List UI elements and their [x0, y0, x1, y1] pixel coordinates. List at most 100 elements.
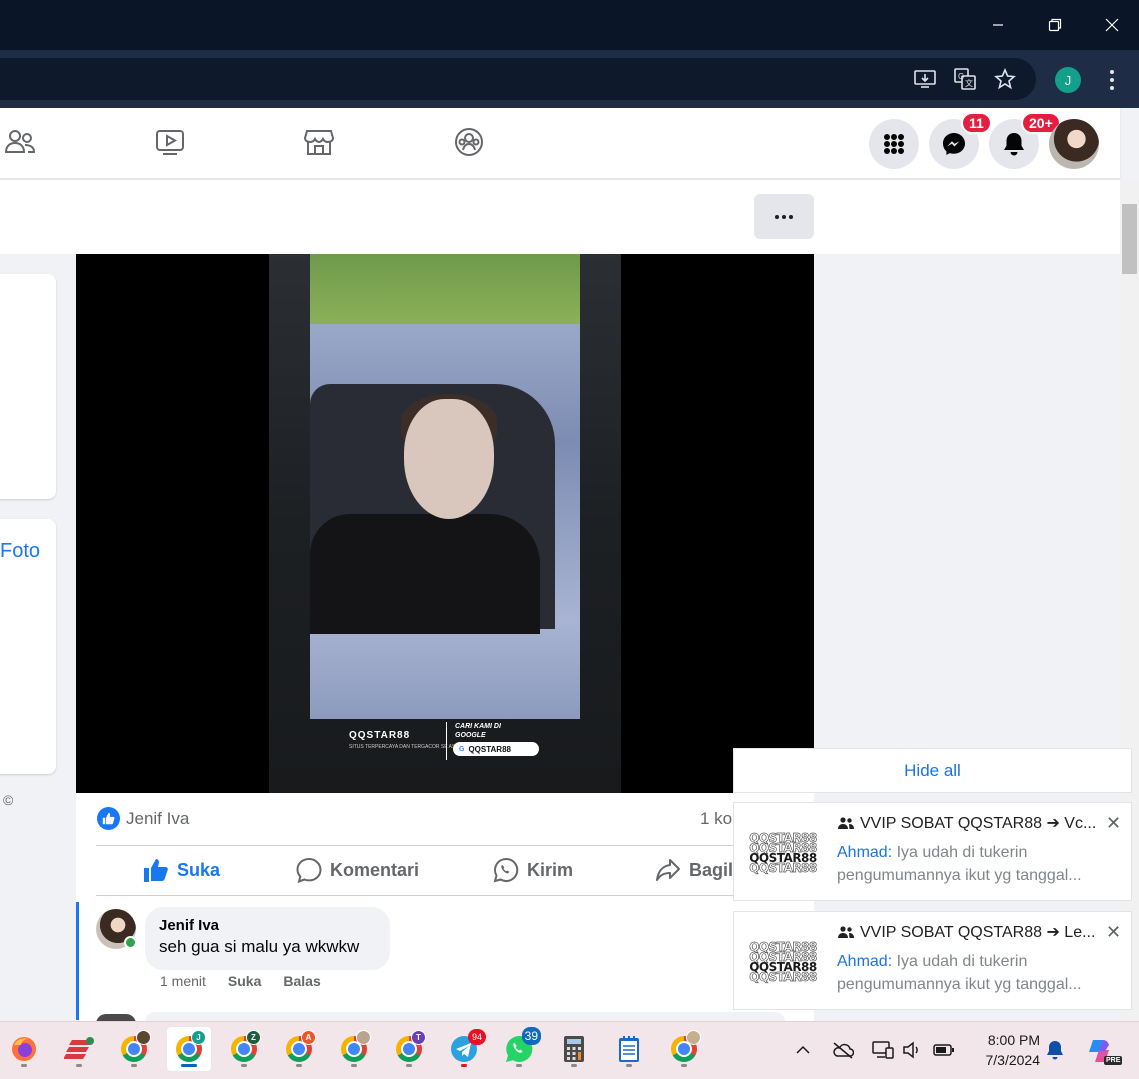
post-video[interactable]: QQSTAR88 SITUS TERPERCAYA DAN TERGACOR S…	[76, 254, 814, 793]
taskbar-whatsapp[interactable]: 39	[497, 1027, 541, 1071]
taskbar-chrome-j[interactable]: J	[167, 1027, 211, 1071]
photos-link[interactable]: Foto	[0, 540, 40, 563]
taskbar-telegram[interactable]: 94	[442, 1027, 486, 1071]
comment-reply-link[interactable]: Balas	[283, 973, 320, 989]
group-logo: QQSTAR88 QQSTAR88 QQSTAR88 QQSTAR88	[749, 940, 818, 984]
friends-nav-icon[interactable]	[4, 126, 36, 158]
menu-grid-button[interactable]	[869, 119, 919, 169]
watch-nav-icon[interactable]	[154, 126, 186, 158]
divider	[96, 895, 756, 896]
groups-nav-icon[interactable]	[453, 126, 485, 158]
volume-icon[interactable]	[901, 1040, 923, 1060]
comment-bubble: Jenif Iva seh gua si malu ya wkwkw	[145, 907, 390, 970]
video-scene-person	[310, 514, 540, 634]
chrome-icon: A	[286, 1030, 316, 1062]
watermark-cari-kami: CARI KAMI DI GOOGLE	[455, 723, 501, 739]
scrollbar-thumb[interactable]	[1122, 204, 1137, 274]
taskbar-chrome-9[interactable]	[662, 1027, 706, 1071]
minimize-button[interactable]	[969, 0, 1026, 50]
reaction-summary[interactable]: Jenif Iva	[97, 807, 189, 830]
whatsapp-badge: 39	[521, 1027, 541, 1045]
watermark-divider	[446, 722, 447, 760]
taskbar-firefox[interactable]	[2, 1027, 46, 1071]
notification-body: Ahmad: Iya udah di tukerin pengumumannya…	[837, 950, 1107, 996]
post-options-button[interactable]	[754, 194, 814, 239]
send-button[interactable]: Kirim	[493, 857, 573, 883]
close-notification-icon[interactable]: ✕	[1106, 922, 1121, 943]
browser-profile-avatar[interactable]: J	[1055, 67, 1081, 93]
account-avatar[interactable]	[1049, 119, 1099, 169]
translate-icon[interactable]: G文	[953, 67, 977, 91]
taskbar-chrome-z[interactable]: Z	[222, 1027, 266, 1071]
comment-like-link[interactable]: Suka	[228, 973, 261, 989]
address-bar[interactable]	[0, 58, 1036, 100]
share-label: Bagil	[689, 859, 734, 880]
taskbar-calculator[interactable]	[552, 1027, 596, 1071]
messenger-icon	[943, 133, 965, 155]
notification-title-text: VVIP SOBAT QQSTAR88 ➔ Vc...	[860, 815, 1097, 832]
notification-title: VVIP SOBAT QQSTAR88 ➔ Vc...	[838, 813, 1096, 833]
comment-bubble-icon	[296, 857, 322, 883]
chrome-icon: Z	[231, 1030, 261, 1062]
comment-author[interactable]: Jenif Iva	[159, 917, 376, 934]
messenger-badge: 11	[961, 112, 992, 134]
taskbar-notepad[interactable]	[607, 1027, 651, 1071]
comment-thread-line	[76, 902, 79, 1020]
reactor-name: Jenif Iva	[126, 808, 190, 828]
calculator-icon	[564, 1036, 584, 1062]
whatsapp-icon	[493, 857, 519, 883]
onedrive-offline-icon[interactable]	[832, 1040, 854, 1060]
battery-icon[interactable]	[933, 1040, 955, 1060]
comment-text: seh gua si malu ya wkwkw	[159, 937, 360, 956]
install-app-icon[interactable]	[913, 67, 937, 91]
group-icon	[838, 926, 854, 938]
restore-icon	[1048, 18, 1061, 32]
group-logo: QQSTAR88 QQSTAR88 QQSTAR88 QQSTAR88	[749, 831, 818, 875]
bookmark-star-icon[interactable]	[993, 67, 1017, 91]
taskbar-chrome-1[interactable]	[112, 1027, 156, 1071]
browser-menu-button[interactable]	[1103, 68, 1121, 92]
system-clock[interactable]: 8:00 PM 7/3/2024	[968, 1030, 1041, 1070]
close-window-button[interactable]	[1083, 0, 1139, 50]
notification-card[interactable]: QQSTAR88 QQSTAR88 QQSTAR88 QQSTAR88 VVIP…	[733, 802, 1132, 901]
minimize-icon	[992, 24, 1003, 26]
share-arrow-icon	[656, 859, 680, 881]
notification-title-text: VVIP SOBAT QQSTAR88 ➔ Le...	[860, 924, 1096, 941]
grid-icon	[884, 134, 904, 154]
share-button[interactable]: Bagil	[655, 857, 733, 883]
video-watermark: QQSTAR88 SITUS TERPERCAYA DAN TERGACOR S…	[349, 722, 549, 762]
taskbar-expressvpn[interactable]	[57, 1027, 101, 1071]
restore-button[interactable]	[1026, 0, 1083, 50]
taskbar-chrome-t[interactable]: T	[387, 1027, 431, 1071]
comment-button[interactable]: Komentari	[296, 857, 419, 883]
marketplace-nav-icon[interactable]	[303, 126, 335, 158]
hide-all-notifications-button[interactable]: Hide all	[733, 748, 1132, 793]
video-frame: QQSTAR88 SITUS TERPERCAYA DAN TERGACOR S…	[269, 254, 621, 793]
close-notification-icon[interactable]: ✕	[1106, 813, 1121, 834]
chrome-icon	[341, 1030, 371, 1062]
chrome-icon: T	[396, 1030, 426, 1062]
chrome-icon	[671, 1030, 701, 1062]
taskbar-chrome-a[interactable]: A	[277, 1027, 321, 1071]
taskbar-chrome-5[interactable]	[332, 1027, 376, 1071]
online-status-dot	[124, 936, 137, 949]
watermark-search-pill: G QQSTAR88	[453, 742, 539, 756]
copilot-pre-badge: PRE	[1104, 1056, 1123, 1065]
like-button[interactable]: Suka	[143, 857, 220, 883]
notification-card[interactable]: QQSTAR88 QQSTAR88 QQSTAR88 QQSTAR88 VVIP…	[733, 911, 1132, 1010]
network-icon[interactable]	[872, 1040, 894, 1060]
notification-center-bell-icon[interactable]	[1044, 1040, 1066, 1060]
bell-icon	[1004, 133, 1024, 156]
svg-text:G: G	[958, 72, 964, 81]
comment-meta: 1 menit Suka Balas	[160, 973, 321, 989]
post-header	[0, 180, 1120, 254]
comment-count[interactable]: 1 ko	[700, 809, 732, 829]
comment-time[interactable]: 1 menit	[160, 973, 206, 989]
firefox-icon	[12, 1037, 36, 1061]
taskbar-copilot[interactable]: PRE	[1078, 1029, 1123, 1073]
clock-date: 7/3/2024	[985, 1052, 1041, 1068]
chrome-icon	[121, 1030, 151, 1062]
expressvpn-icon	[64, 1037, 94, 1059]
show-hidden-icons-chevron-icon[interactable]	[792, 1040, 814, 1060]
copyright-text: ©	[3, 792, 14, 808]
